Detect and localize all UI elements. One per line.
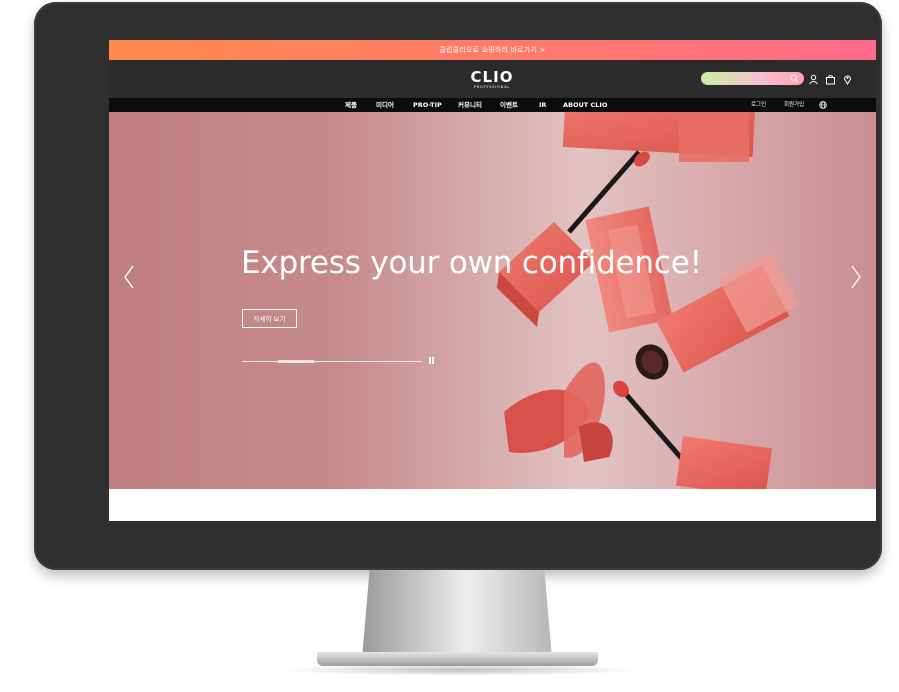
promo-banner[interactable]: 클럽클리오로 쇼핑하러 바로가기 > (109, 40, 876, 60)
signup-link[interactable]: 회원가입 (784, 98, 804, 112)
nav-item-ir[interactable]: IR (539, 98, 546, 112)
brand-subtitle: PROFESSIONAL (473, 85, 511, 89)
search-input[interactable] (701, 79, 797, 93)
chevron-right-icon[interactable] (849, 264, 863, 290)
shopping-bag-icon[interactable] (825, 74, 836, 85)
monitor-frame: 클럽클리오로 쇼핑하러 바로가기 > CLIO PROFESSIONAL 제품 … (34, 2, 882, 570)
user-icon[interactable] (808, 74, 819, 85)
chevron-left-icon[interactable] (122, 264, 136, 290)
nav-item-products[interactable]: 제품 (345, 98, 357, 112)
brand-logo[interactable]: CLIO PROFESSIONAL (467, 70, 517, 90)
login-link[interactable]: 로그인 (751, 98, 766, 112)
nav-item-community[interactable]: 커뮤니티 (458, 98, 482, 112)
nav-item-event[interactable]: 이벤트 (500, 98, 518, 112)
slide-progress-fill (278, 360, 314, 363)
hero-product-image (497, 112, 800, 489)
promo-text[interactable]: 클럽클리오로 쇼핑하러 바로가기 > (439, 45, 545, 55)
hero-slider: Express your own confidence! 자세히 보기 (109, 112, 876, 489)
globe-icon[interactable] (819, 101, 827, 109)
brand-name: CLIO (470, 68, 514, 86)
nav-item-media[interactable]: 미디어 (376, 98, 394, 112)
browser-screen: 클럽클리오로 쇼핑하러 바로가기 > CLIO PROFESSIONAL 제품 … (109, 40, 876, 521)
hero-headline: Express your own confidence! (241, 245, 702, 281)
nav-item-about[interactable]: ABOUT CLIO (563, 98, 607, 112)
nav-item-pro-tip[interactable]: PRO-TIP (413, 98, 442, 112)
location-pin-icon[interactable] (842, 74, 853, 85)
monitor-stand-neck (362, 570, 552, 658)
content-area-below-hero (109, 489, 876, 521)
pause-icon[interactable] (429, 357, 434, 364)
stand-shadow (280, 664, 640, 676)
slide-progress-bar[interactable] (242, 360, 422, 363)
search-box[interactable] (701, 72, 804, 93)
hero-cta-button[interactable]: 자세히 보기 (242, 309, 297, 328)
main-nav: 제품 미디어 PRO-TIP 커뮤니티 이벤트 IR ABOUT CLIO 로그… (109, 98, 876, 112)
site-header: CLIO PROFESSIONAL (109, 60, 876, 98)
search-icon[interactable] (790, 74, 799, 83)
